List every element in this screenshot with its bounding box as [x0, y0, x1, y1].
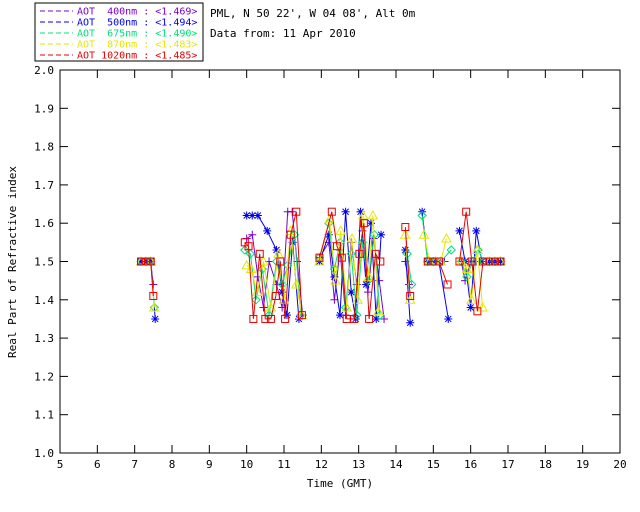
x-tick-label: 7 — [131, 458, 138, 471]
refractive-index-plot: PML, N 50 22', W 04 08', Alt 0m Data fro… — [0, 0, 640, 512]
series-aot-500nm — [137, 207, 505, 327]
plot-layer: 5 6 7 8 9 10 11 12 13 14 15 16 17 18 19 201.01.11.21.31… — [34, 2, 627, 471]
y-tick-label: 1.2 — [34, 370, 54, 383]
header-location-text: PML, N 50 22', W 04 08', Alt 0m — [210, 7, 416, 20]
y-tick-label: 1.4 — [34, 294, 54, 307]
y-tick-label: 1.9 — [34, 102, 54, 115]
x-tick-label: 9 — [206, 458, 213, 471]
y-ticks: 1.0 1.1 1.2 1.3 1.4 1.5 1.6 1.7 1.8 1.9 2.0 — [34, 64, 620, 460]
legend-label: AOT 675nm : <1.490> — [77, 29, 197, 40]
x-tick-label: 10 — [240, 458, 253, 471]
header-date-text: Data from: 11 Apr 2010 — [210, 27, 356, 40]
x-tick-label: 11 — [277, 458, 290, 471]
y-tick-label: 1.0 — [34, 447, 54, 460]
x-tick-label: 15 — [427, 458, 440, 471]
y-tick-label: 1.6 — [34, 217, 54, 230]
chart-svg: PML, N 50 22', W 04 08', Alt 0m Data fro… — [6, 2, 627, 490]
x-tick-label: 5 — [57, 458, 64, 471]
x-tick-label: 13 — [352, 458, 365, 471]
y-axis-label: Real Part of Refractive index — [6, 166, 19, 358]
x-tick-label: 20 — [613, 458, 626, 471]
legend-label: AOT 870nm : <1.483> — [77, 40, 197, 51]
series-aot-870nm — [135, 210, 506, 320]
legend-label: AOT 400nm : <1.469> — [77, 7, 197, 18]
x-tick-label: 8 — [169, 458, 176, 471]
x-tick-label: 16 — [464, 458, 477, 471]
x-tick-label: 18 — [539, 458, 552, 471]
legend: AOT 400nm : <1.469>AOT 500nm : <1.494>AO… — [34, 2, 204, 62]
x-axis-label: Time (GMT) — [307, 477, 373, 490]
legend-label: AOT 1020nm : <1.485> — [77, 51, 197, 62]
y-tick-label: 1.5 — [34, 256, 54, 269]
x-tick-label: 19 — [576, 458, 589, 471]
y-tick-label: 2.0 — [34, 64, 54, 77]
legend-label: AOT 500nm : <1.494> — [77, 18, 197, 29]
x-tick-label: 12 — [315, 458, 328, 471]
x-tick-label: 17 — [501, 458, 514, 471]
y-tick-label: 1.1 — [34, 409, 54, 422]
y-tick-label: 1.8 — [34, 141, 54, 154]
x-tick-label: 6 — [94, 458, 101, 471]
y-tick-label: 1.3 — [34, 332, 54, 345]
y-tick-label: 1.7 — [34, 179, 54, 192]
x-tick-label: 14 — [389, 458, 403, 471]
